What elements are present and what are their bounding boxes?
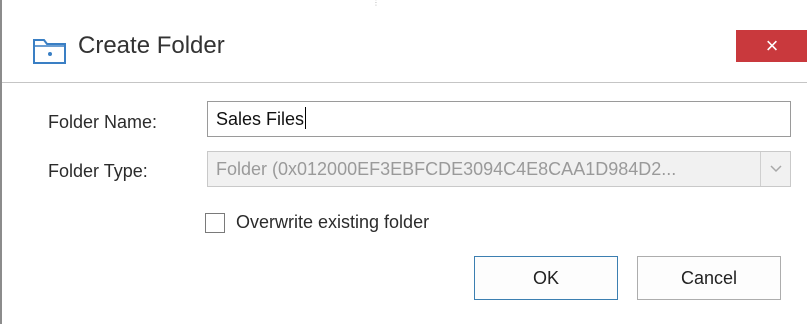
folder-plus-icon	[32, 36, 68, 66]
overwrite-label[interactable]: Overwrite existing folder	[236, 212, 429, 233]
resize-grip-icon: ⋮	[372, 0, 380, 7]
folder-type-value: Folder (0x012000EF3EBFCDE3094C4E8CAA1D98…	[216, 159, 677, 179]
folder-name-input[interactable]: Sales Files	[207, 101, 791, 137]
folder-type-select[interactable]: Folder (0x012000EF3EBFCDE3094C4E8CAA1D98…	[207, 151, 791, 187]
folder-name-value: Sales Files	[216, 109, 305, 129]
text-caret	[305, 107, 307, 129]
folder-name-label: Folder Name:	[48, 112, 158, 132]
chevron-down-icon[interactable]	[760, 152, 790, 186]
close-icon: ×	[765, 33, 779, 58]
folder-type-label: Folder Type:	[48, 161, 148, 181]
close-button[interactable]: ×	[736, 30, 807, 62]
dialog-titlebar: Create Folder ×	[2, 10, 807, 82]
dialog-title: Create Folder	[78, 32, 225, 59]
cancel-button[interactable]: Cancel	[637, 256, 781, 300]
ok-button[interactable]: OK	[474, 256, 618, 300]
overwrite-checkbox[interactable]	[205, 213, 225, 233]
